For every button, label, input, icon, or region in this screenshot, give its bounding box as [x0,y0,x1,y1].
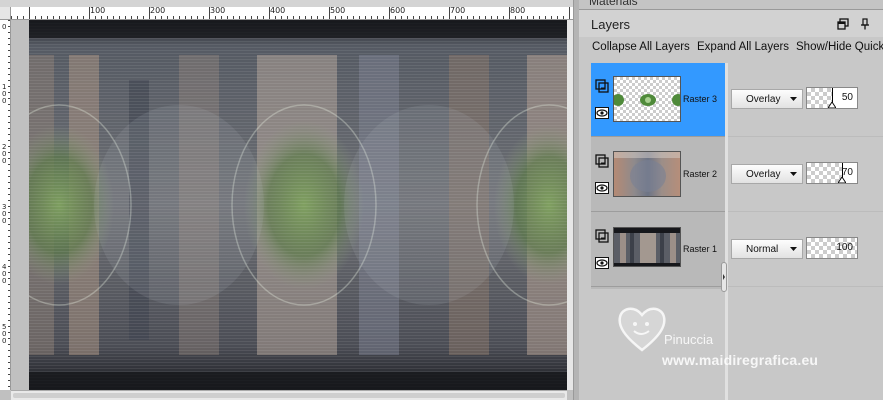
opacity-marker-icon [828,102,836,108]
opacity-slider[interactable]: 100 [806,237,858,259]
left-ruler: 0 1 0 0 2 0 0 3 0 0 4 0 0 5 0 0 [0,20,11,390]
layer-group-icon[interactable] [595,79,609,93]
left-ruler-label: 3 0 0 [2,203,7,225]
top-ruler-label: 700 [450,7,466,15]
visibility-eye-icon[interactable] [595,182,609,194]
chevron-down-icon [790,247,797,251]
window-top-strip [0,0,573,7]
collapse-all-button[interactable]: Collapse All Layers [592,41,690,53]
layer-name: Raster 2 [683,169,718,179]
layers-list: Raster 3 Raster 2 Raster 1 [591,63,725,289]
layer-name: Raster 3 [683,94,718,104]
layer-properties: Overlay 50 Overlay 70 Normal 100 [728,63,883,289]
heart-logo-icon [618,307,666,352]
layer-thumbnail [613,76,681,122]
opacity-slider[interactable]: 70 [806,162,858,184]
visibility-eye-icon[interactable] [595,107,609,119]
opacity-value: 50 [841,92,853,103]
materials-panel-header[interactable]: Materials [579,0,883,10]
horizontal-scroll-thumb[interactable] [13,393,565,398]
image-canvas[interactable] [29,20,567,390]
left-ruler-label: 5 0 0 [2,323,7,345]
top-ruler-label: 200 [150,7,166,15]
layer-group-icon[interactable] [595,154,609,168]
opacity-slider[interactable]: 50 [806,87,858,109]
layer-row-raster-2[interactable]: Raster 2 [591,138,725,212]
layer-props-raster-1: Normal 100 [728,213,883,287]
left-ruler-label: 0 [2,23,7,31]
left-ruler-label: 4 0 0 [2,263,7,285]
layer-props-raster-3: Overlay 50 [728,63,883,137]
blend-mode-value: Normal [746,244,779,255]
blend-mode-dropdown[interactable]: Overlay [731,164,803,184]
expand-all-button[interactable]: Expand All Layers [697,41,789,53]
blend-mode-value: Overlay [746,94,781,105]
visibility-eye-icon[interactable] [595,257,609,269]
ruler-corner [0,7,11,20]
blend-mode-value: Overlay [746,169,781,180]
materials-title: Materials [589,0,638,8]
top-ruler-label: 500 [330,7,346,15]
blend-mode-dropdown[interactable]: Normal [731,239,803,259]
layer-thumbnail [613,227,681,267]
blend-mode-dropdown[interactable]: Overlay [731,89,803,109]
layer-group-icon[interactable] [595,229,609,243]
horizontal-scrollbar[interactable] [11,390,567,400]
layers-splitter-gripper[interactable] [721,262,727,292]
top-ruler-label: 400 [270,7,286,15]
watermark-name: Pinuccia [664,332,714,347]
artwork-image [29,20,567,390]
show-hide-quick-button[interactable]: Show/Hide Quick [796,41,883,53]
layers-toolbar: Collapse All Layers Expand All Layers Sh… [579,37,883,59]
opacity-value: 100 [836,242,853,253]
opacity-value: 70 [841,167,853,178]
top-ruler: 100 200 300 400 500 600 700 800 [11,7,573,20]
layer-row-raster-3[interactable]: Raster 3 [591,63,725,137]
top-ruler-label: 600 [390,7,406,15]
layers-title: Layers [591,17,631,32]
layer-props-raster-2: Overlay 70 [728,138,883,212]
layer-name: Raster 1 [683,244,718,254]
canvas-area: 100 200 300 400 500 600 700 800 0 1 0 0 … [0,0,573,400]
left-ruler-label: 2 0 0 [2,143,7,165]
watermark: Pinuccia www.maidiregrafica.eu [614,300,874,380]
pin-icon[interactable] [859,18,871,30]
layer-row-raster-1[interactable]: Raster 1 [591,213,725,287]
float-icon[interactable] [837,18,849,30]
layer-thumbnail [613,151,681,197]
top-ruler-label: 800 [510,7,526,15]
top-ruler-label: 300 [210,7,226,15]
chevron-down-icon [790,97,797,101]
left-ruler-label: 1 0 0 [2,83,7,105]
top-ruler-label: 100 [90,7,106,15]
layers-header: Layers [579,10,883,37]
watermark-site: www.maidiregrafica.eu [662,352,819,368]
chevron-down-icon [790,172,797,176]
